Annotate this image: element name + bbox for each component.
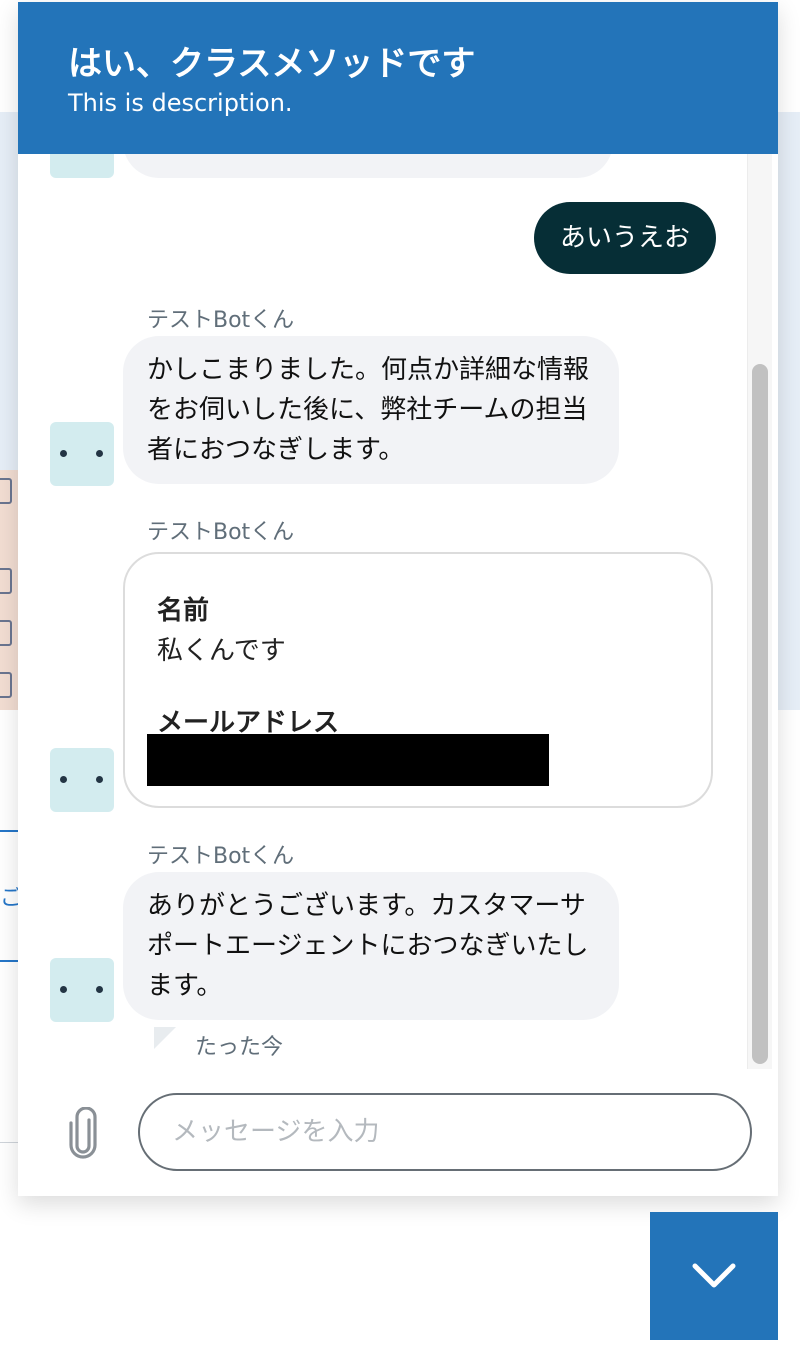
bot-sender-name: テストBotくん bbox=[147, 844, 295, 869]
avatar-eye-icon bbox=[96, 986, 103, 993]
avatar-eye-icon bbox=[60, 776, 67, 783]
background-rule bbox=[0, 1142, 18, 1143]
message-composer bbox=[18, 1069, 778, 1196]
form-summary-card: 名前 私くんです メールアドレス bbox=[123, 552, 713, 808]
bot-avatar bbox=[50, 958, 114, 1022]
chat-header: はい、クラスメソッドです This is description. bbox=[18, 2, 778, 154]
background-illustration bbox=[0, 470, 18, 710]
message-list[interactable]: あいうえお テストBotくん かしこまりました。何点か詳細な情報をお伺いした後に… bbox=[18, 154, 778, 1069]
read-receipt-icon bbox=[154, 1027, 176, 1049]
chat-description: This is description. bbox=[68, 89, 293, 117]
avatar-eye-icon bbox=[96, 776, 103, 783]
message-scrollbar[interactable] bbox=[747, 154, 772, 1069]
name-label: 名前 bbox=[157, 596, 210, 626]
bot-message-bubble bbox=[123, 154, 613, 178]
name-value: 私くんです bbox=[157, 636, 286, 666]
bot-message-bubble: かしこまりました。何点か詳細な情報をお伺いした後に、弊社チームの担当者におつなぎ… bbox=[123, 336, 619, 484]
bot-avatar bbox=[50, 748, 114, 812]
avatar-eye-icon bbox=[96, 450, 103, 457]
bot-sender-name: テストBotくん bbox=[147, 308, 295, 333]
background-link-fragment: ご bbox=[0, 886, 18, 910]
message-input[interactable] bbox=[138, 1093, 752, 1171]
user-message-bubble: あいうえお bbox=[533, 202, 716, 274]
chevron-down-icon bbox=[692, 1263, 736, 1288]
avatar-eye-icon bbox=[60, 450, 67, 457]
chat-title: はい、クラスメソッドです bbox=[68, 44, 476, 84]
bot-message-bubble: ありがとうございます。カスタマーサポートエージェントにおつなぎいたします。 bbox=[123, 872, 619, 1020]
bot-sender-name: テストBotくん bbox=[147, 520, 295, 545]
paperclip-icon[interactable] bbox=[66, 1107, 100, 1161]
background-divider bbox=[0, 830, 18, 832]
background-illustration-shape bbox=[0, 478, 12, 504]
bot-avatar bbox=[50, 154, 114, 178]
avatar-eye-icon bbox=[60, 986, 67, 993]
background-divider bbox=[0, 960, 18, 962]
scrollbar-thumb[interactable] bbox=[752, 364, 768, 1064]
background-illustration-shape bbox=[0, 568, 12, 594]
chat-toggle-button[interactable] bbox=[650, 1212, 778, 1340]
bot-avatar bbox=[50, 422, 114, 486]
redacted-email-value bbox=[147, 734, 549, 786]
chat-widget: はい、クラスメソッドです This is description. あいうえお … bbox=[18, 2, 778, 1196]
background-illustration-shape bbox=[0, 672, 12, 698]
message-timestamp: たった今 bbox=[195, 1035, 284, 1060]
background-illustration-shape bbox=[0, 620, 12, 646]
